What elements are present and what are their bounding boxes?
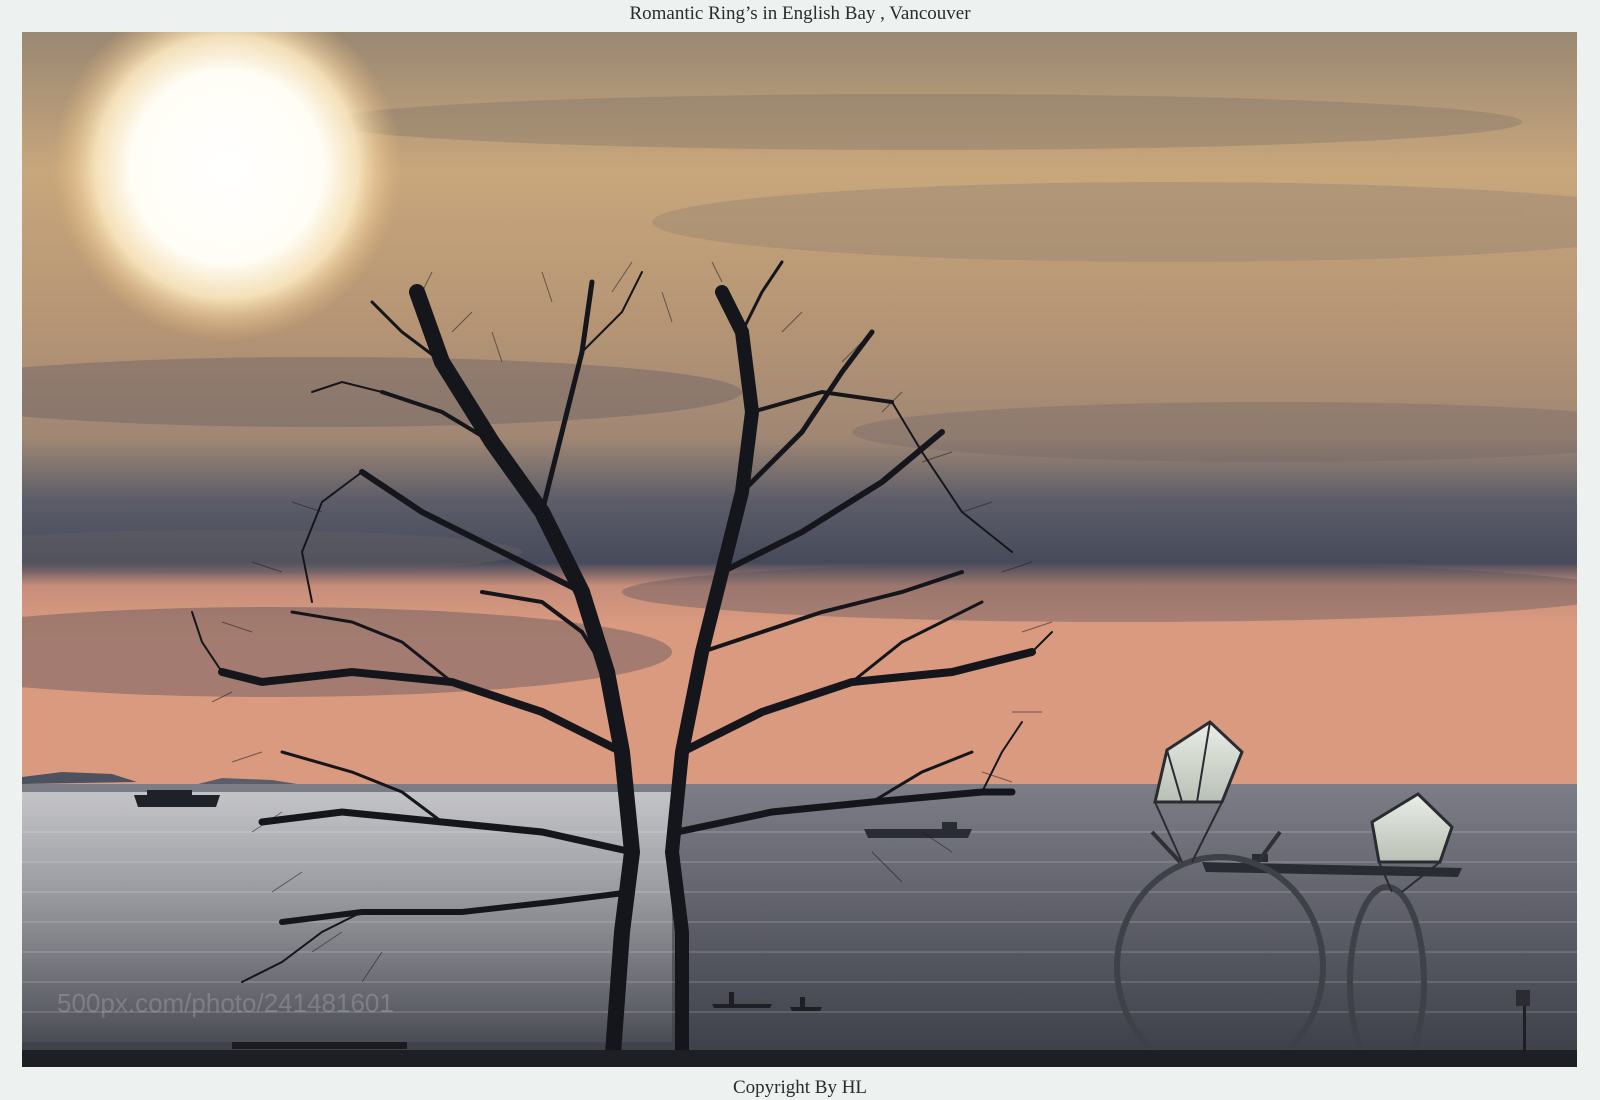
photo-title: Romantic Ring’s in English Bay , Vancouv… [629, 3, 971, 24]
copyright-caption: Copyright By HL [732, 1077, 868, 1098]
watermark: 500px.com/photo/241481601 [57, 988, 394, 1018]
kayaker [729, 992, 734, 1004]
ground [22, 1050, 1577, 1067]
kayak [712, 1004, 772, 1008]
bench [232, 1042, 407, 1049]
photo-frame: 500px.com/photo/241481601 [22, 32, 1577, 1067]
